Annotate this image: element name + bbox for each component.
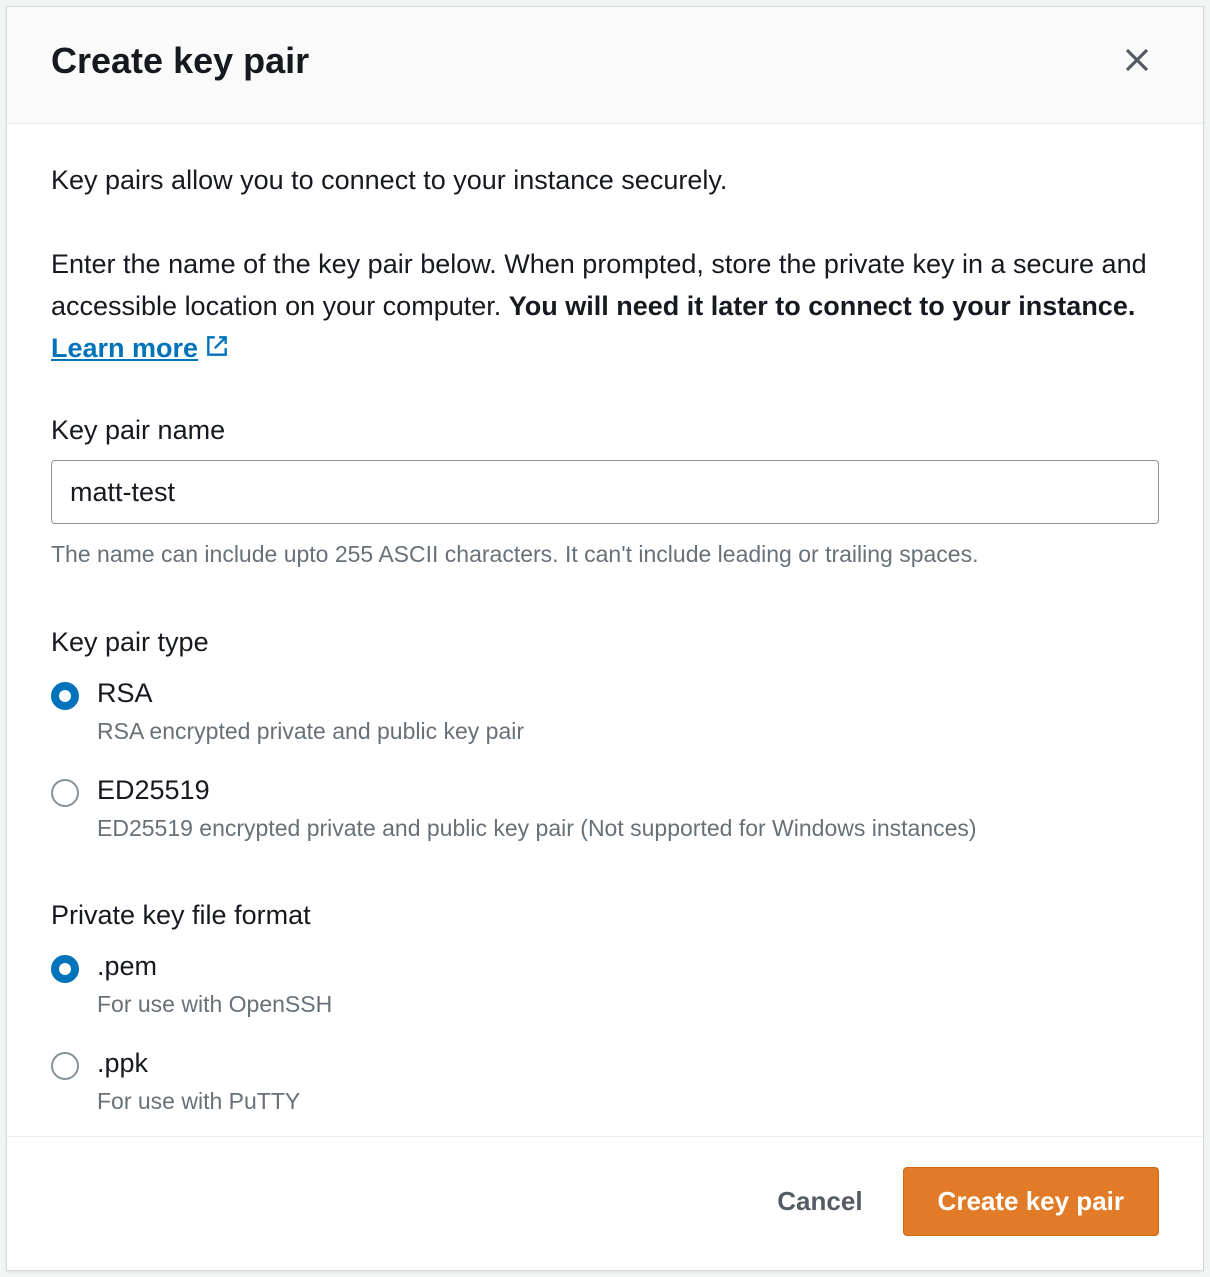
key-pair-name-input[interactable] (51, 460, 1159, 524)
key-pair-type-section: Key pair type RSA RSA encrypted private … (51, 627, 1159, 844)
create-key-pair-button[interactable]: Create key pair (903, 1167, 1159, 1236)
radio-input-ppk[interactable] (51, 1052, 79, 1080)
intro-text-2: Enter the name of the key pair below. Wh… (51, 244, 1159, 372)
radio-option-rsa[interactable]: RSA RSA encrypted private and public key… (51, 678, 1159, 747)
private-key-format-title: Private key file format (51, 900, 1159, 931)
radio-input-pem[interactable] (51, 955, 79, 983)
intro-text-1: Key pairs allow you to connect to your i… (51, 160, 1159, 202)
key-pair-name-hint: The name can include upto 255 ASCII char… (51, 538, 1159, 570)
learn-more-label: Learn more (51, 333, 198, 363)
radio-label: RSA RSA encrypted private and public key… (97, 678, 524, 747)
close-icon (1122, 45, 1152, 78)
radio-label: ED25519 ED25519 encrypted private and pu… (97, 775, 977, 844)
key-pair-name-field: Key pair name The name can include upto … (51, 415, 1159, 570)
create-key-pair-dialog: Create key pair Key pairs allow you to c… (6, 6, 1204, 1271)
radio-desc-rsa: RSA encrypted private and public key pai… (97, 715, 524, 747)
key-pair-type-title: Key pair type (51, 627, 1159, 658)
radio-title-ed25519: ED25519 (97, 775, 977, 806)
radio-title-rsa: RSA (97, 678, 524, 709)
external-link-icon (204, 330, 230, 372)
radio-input-rsa[interactable] (51, 682, 79, 710)
dialog-body: Key pairs allow you to connect to your i… (7, 124, 1203, 1136)
radio-label: .ppk For use with PuTTY (97, 1048, 300, 1117)
radio-desc-ed25519: ED25519 encrypted private and public key… (97, 812, 977, 844)
radio-label: .pem For use with OpenSSH (97, 951, 332, 1020)
radio-desc-ppk: For use with PuTTY (97, 1085, 300, 1117)
radio-title-ppk: .ppk (97, 1048, 300, 1079)
cancel-button[interactable]: Cancel (771, 1172, 868, 1231)
key-pair-name-label: Key pair name (51, 415, 1159, 446)
learn-more-link[interactable]: Learn more (51, 333, 230, 363)
dialog-header: Create key pair (7, 7, 1203, 124)
radio-title-pem: .pem (97, 951, 332, 982)
radio-option-pem[interactable]: .pem For use with OpenSSH (51, 951, 1159, 1020)
intro-text-2-bold: You will need it later to connect to you… (509, 291, 1136, 321)
close-button[interactable] (1115, 39, 1159, 83)
dialog-title: Create key pair (51, 40, 309, 82)
radio-input-ed25519[interactable] (51, 779, 79, 807)
radio-option-ppk[interactable]: .ppk For use with PuTTY (51, 1048, 1159, 1117)
private-key-format-section: Private key file format .pem For use wit… (51, 900, 1159, 1117)
radio-option-ed25519[interactable]: ED25519 ED25519 encrypted private and pu… (51, 775, 1159, 844)
dialog-footer: Cancel Create key pair (7, 1136, 1203, 1270)
radio-desc-pem: For use with OpenSSH (97, 988, 332, 1020)
